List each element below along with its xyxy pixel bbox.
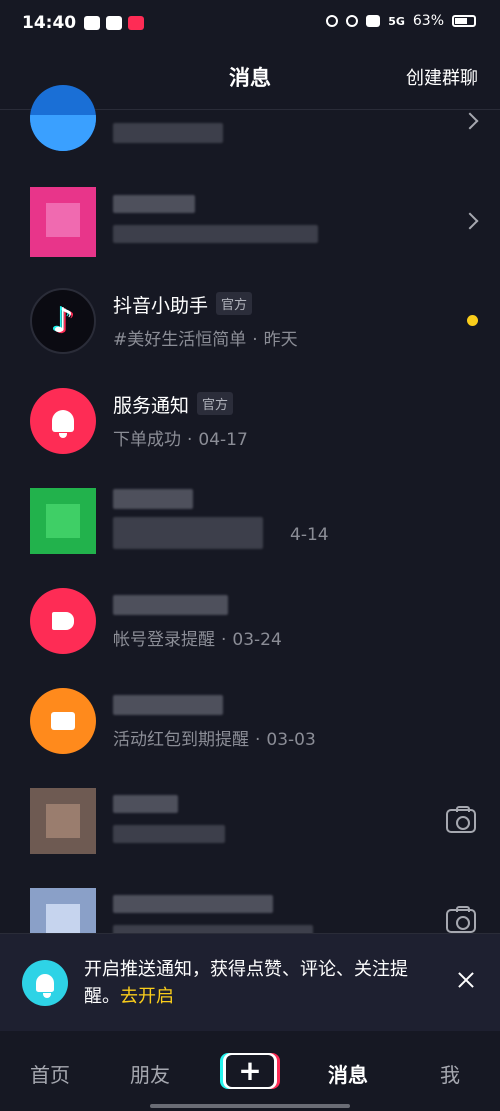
create-button[interactable]: + bbox=[223, 1053, 277, 1089]
avatar bbox=[30, 588, 96, 654]
close-icon[interactable] bbox=[458, 972, 474, 988]
enable-push-link[interactable]: 去开启 bbox=[120, 986, 174, 1007]
tab-friends[interactable]: 朋友 bbox=[130, 1059, 170, 1088]
conversation-row[interactable] bbox=[0, 771, 500, 871]
official-badge: 官方 bbox=[216, 292, 253, 315]
unread-dot bbox=[467, 315, 478, 326]
chevron-right-icon bbox=[461, 212, 479, 230]
app-notification-icon bbox=[128, 16, 145, 30]
tab-me[interactable]: 我 bbox=[440, 1059, 460, 1088]
conversation-time: 4-14 bbox=[290, 525, 329, 545]
conversation-row[interactable]: 活动红包到期提醒 · 03-03 bbox=[0, 671, 500, 771]
bottom-tab-bar: 首页 朋友 + 消息 我 bbox=[0, 1031, 500, 1111]
status-time: 14:40 bbox=[22, 13, 77, 33]
battery-icon bbox=[452, 15, 476, 27]
conversation-row[interactable]: 帐号登录提醒 · 03-24 bbox=[0, 571, 500, 671]
camera-icon[interactable] bbox=[446, 806, 476, 833]
status-right: 5G 63% bbox=[326, 13, 476, 29]
conversation-row[interactable]: 4-14 bbox=[0, 471, 500, 571]
avatar bbox=[30, 488, 96, 554]
tiktok-logo-icon: ♪ bbox=[52, 301, 74, 341]
conversation-preview: 帐号登录提醒 · 03-24 bbox=[113, 630, 282, 650]
avatar bbox=[30, 85, 96, 151]
notification-bell-icon bbox=[22, 960, 68, 1006]
mute-icon bbox=[346, 15, 359, 27]
alarm-icon bbox=[326, 15, 339, 27]
avatar bbox=[30, 788, 96, 854]
avatar: ♪ bbox=[30, 288, 96, 354]
conversation-name: 抖音小助手 官方 bbox=[113, 291, 253, 318]
bell-icon bbox=[52, 410, 74, 438]
tab-home[interactable]: 首页 bbox=[30, 1059, 70, 1088]
conversation-row[interactable] bbox=[0, 71, 500, 171]
plus-icon: + bbox=[226, 1055, 274, 1087]
status-bar: 14:40 5G 63% bbox=[0, 0, 500, 46]
avatar bbox=[30, 688, 96, 754]
conversation-row[interactable]: 服务通知 官方 下单成功 · 04-17 bbox=[0, 371, 500, 471]
conversation-preview: #美好生活恒简单 · 昨天 bbox=[113, 330, 298, 350]
conversation-time: 03-03 bbox=[266, 730, 316, 750]
push-banner-text: 开启推送通知，获得点赞、评论、关注提醒。去开启 bbox=[84, 959, 408, 1007]
app-notification-icon bbox=[106, 16, 123, 30]
notification-icon bbox=[84, 16, 101, 30]
wallet-icon bbox=[51, 712, 75, 730]
megaphone-icon bbox=[52, 612, 74, 630]
home-indicator bbox=[150, 1104, 350, 1108]
status-left-icons bbox=[84, 16, 145, 30]
conversation-row[interactable]: ♪ 抖音小助手 官方 #美好生活恒简单 · 昨天 bbox=[0, 271, 500, 371]
conversation-name: 服务通知 官方 bbox=[113, 391, 234, 418]
conversation-preview: 下单成功 · 04-17 bbox=[113, 430, 248, 450]
network-indicator: 5G bbox=[388, 14, 405, 28]
chevron-right-icon bbox=[461, 112, 479, 130]
conversation-time: 04-17 bbox=[198, 430, 248, 450]
tab-messages[interactable]: 消息 bbox=[328, 1059, 368, 1088]
hd-icon bbox=[366, 15, 381, 27]
camera-icon[interactable] bbox=[446, 906, 476, 933]
avatar bbox=[30, 388, 96, 454]
official-badge: 官方 bbox=[197, 392, 234, 415]
avatar bbox=[30, 187, 96, 257]
conversation-preview: 活动红包到期提醒 · 03-03 bbox=[113, 730, 316, 750]
battery-percent: 63% bbox=[412, 13, 444, 29]
conversation-time: 03-24 bbox=[232, 630, 282, 650]
push-notification-banner: 开启推送通知，获得点赞、评论、关注提醒。去开启 bbox=[0, 933, 500, 1031]
conversation-row[interactable] bbox=[0, 171, 500, 271]
conversation-time: 昨天 bbox=[263, 330, 298, 350]
